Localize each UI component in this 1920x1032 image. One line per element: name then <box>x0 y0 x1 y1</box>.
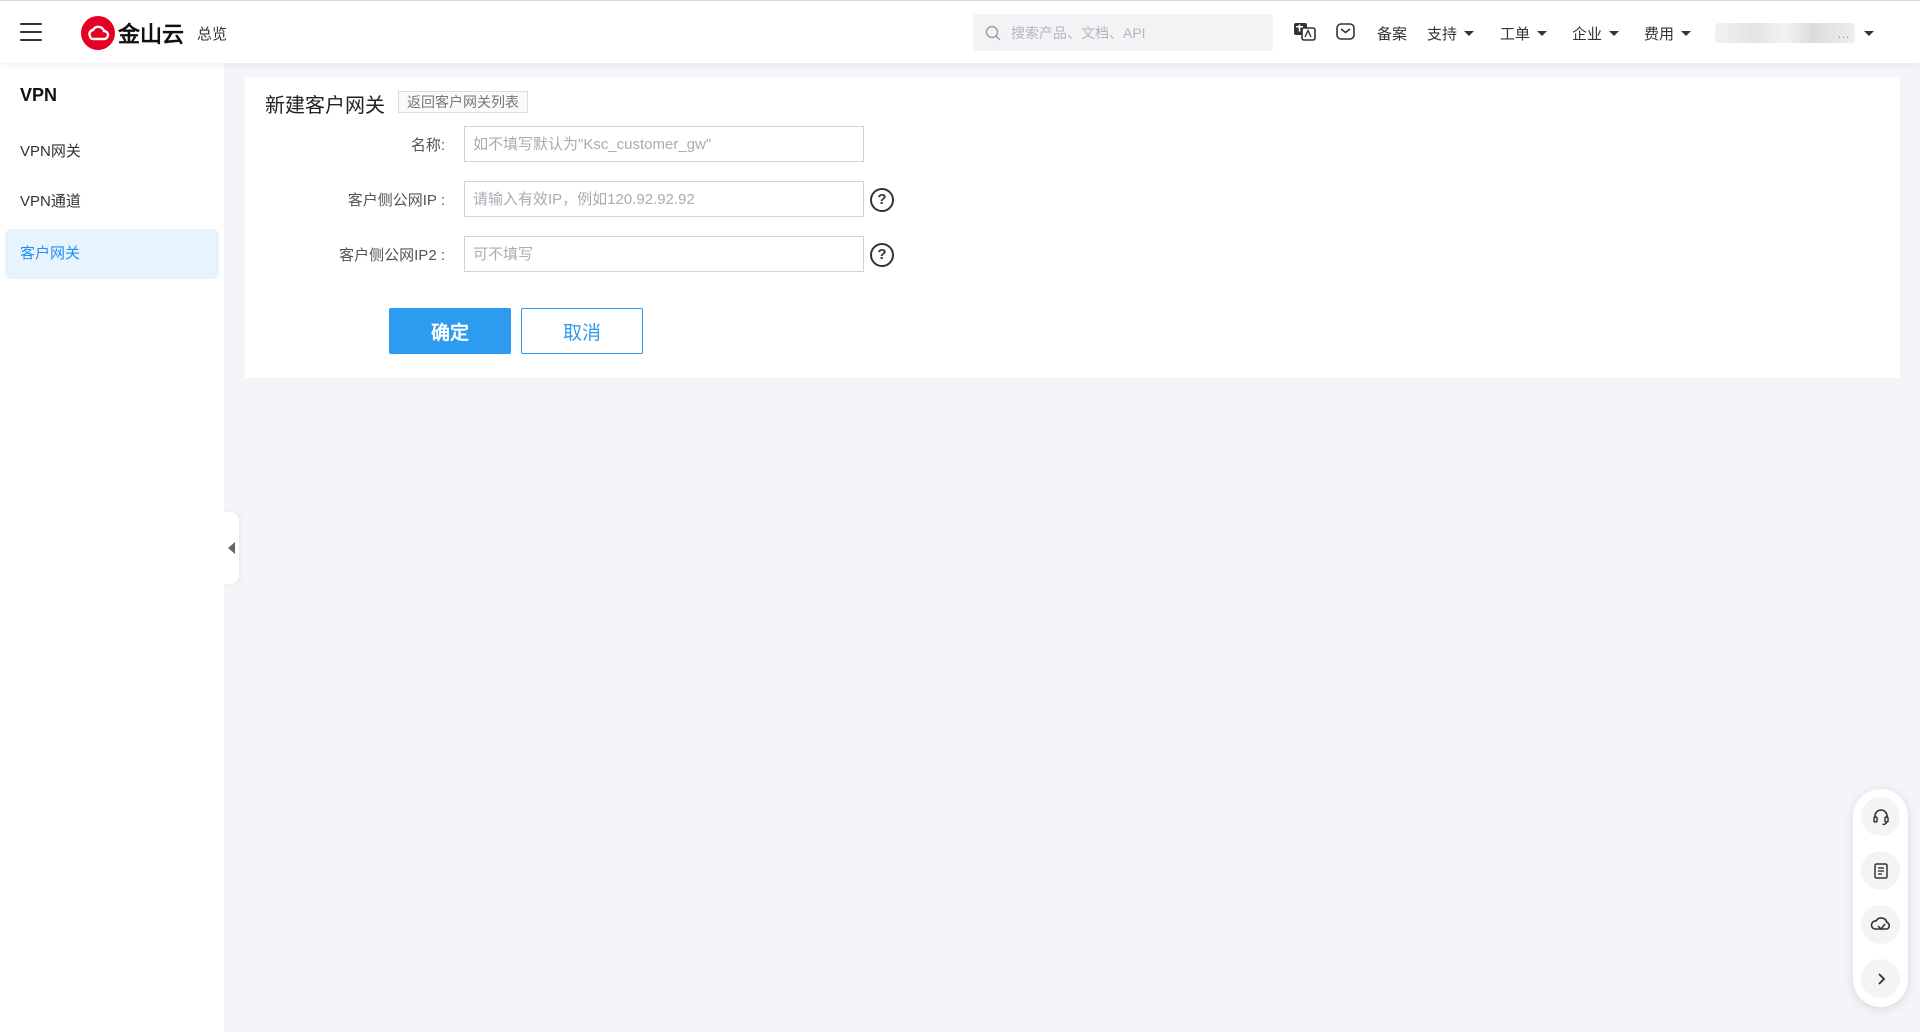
help-icon[interactable]: ? <box>870 243 894 267</box>
caret-down-icon <box>1537 31 1548 36</box>
customer-public-ip-input[interactable] <box>464 181 864 217</box>
nav-billing[interactable]: 费用 <box>1644 23 1692 44</box>
name-input[interactable] <box>464 126 864 162</box>
nav-ticket-label: 工单 <box>1500 26 1531 43</box>
caret-down-icon <box>1864 30 1874 36</box>
sidebar-collapse-toggle[interactable] <box>224 512 239 584</box>
chevron-right-icon[interactable] <box>1861 959 1900 998</box>
nav-beian[interactable]: 备案 <box>1377 23 1407 44</box>
nav-billing-label: 费用 <box>1644 26 1675 43</box>
back-to-list-link[interactable]: 返回客户网关列表 <box>398 91 528 113</box>
account-name: … <box>1837 25 1850 41</box>
caret-down-icon <box>1464 31 1475 36</box>
nav-enterprise[interactable]: 企业 <box>1572 23 1620 44</box>
account-name-blurred <box>1715 23 1855 43</box>
message-icon[interactable] <box>1335 21 1359 43</box>
search-icon <box>985 25 1001 41</box>
confirm-button[interactable]: 确定 <box>389 308 511 354</box>
customer-public-ip2-input[interactable] <box>464 236 864 272</box>
headset-icon[interactable] <box>1861 797 1900 836</box>
customer-public-ip2-label: 客户侧公网IP2 : <box>339 247 445 264</box>
search-input[interactable] <box>1011 24 1251 41</box>
sidebar-item-vpn-gateway[interactable]: VPN网关 <box>5 127 219 177</box>
cancel-button[interactable]: 取消 <box>521 308 643 354</box>
sidebar-title: VPN <box>20 85 58 105</box>
nav-enterprise-label: 企业 <box>1572 26 1603 43</box>
page-title: 新建客户网关 <box>265 95 385 117</box>
floating-toolbar <box>1853 789 1908 1007</box>
brand-logo[interactable]: 金山云 <box>81 16 184 50</box>
document-icon[interactable] <box>1861 851 1900 890</box>
cloud-icon[interactable] <box>1861 905 1900 944</box>
chevron-left-icon <box>228 542 235 554</box>
caret-down-icon <box>1609 31 1620 36</box>
sidebar-item-customer-gateway[interactable]: 客户网关 <box>5 229 219 279</box>
cloud-logo-icon <box>81 16 115 50</box>
nav-ticket[interactable]: 工单 <box>1500 23 1548 44</box>
sidebar-item-vpn-tunnel[interactable]: VPN通道 <box>5 177 219 227</box>
brand-name: 金山云 <box>118 22 185 47</box>
search-box[interactable] <box>973 14 1273 51</box>
create-customer-gateway-panel: 新建客户网关 返回客户网关列表 名称: 客户侧公网IP : ? 客户侧公网IP2… <box>245 77 1900 378</box>
name-label: 名称: <box>410 137 445 154</box>
language-switch-icon[interactable] <box>1293 21 1317 43</box>
menu-icon[interactable] <box>20 23 42 41</box>
sidebar: VPN VPN网关 VPN通道 客户网关 <box>0 63 224 1032</box>
caret-down-icon <box>1681 31 1692 36</box>
top-bar: 金山云 总览 备案 支持 工单 企业 费用 <box>0 0 1920 63</box>
nav-support-label: 支持 <box>1427 26 1458 43</box>
overview-link[interactable]: 总览 <box>197 23 227 44</box>
account-menu[interactable]: … <box>1715 23 1874 43</box>
customer-public-ip-label: 客户侧公网IP : <box>347 192 445 209</box>
help-icon[interactable]: ? <box>870 188 894 212</box>
nav-support[interactable]: 支持 <box>1427 23 1475 44</box>
